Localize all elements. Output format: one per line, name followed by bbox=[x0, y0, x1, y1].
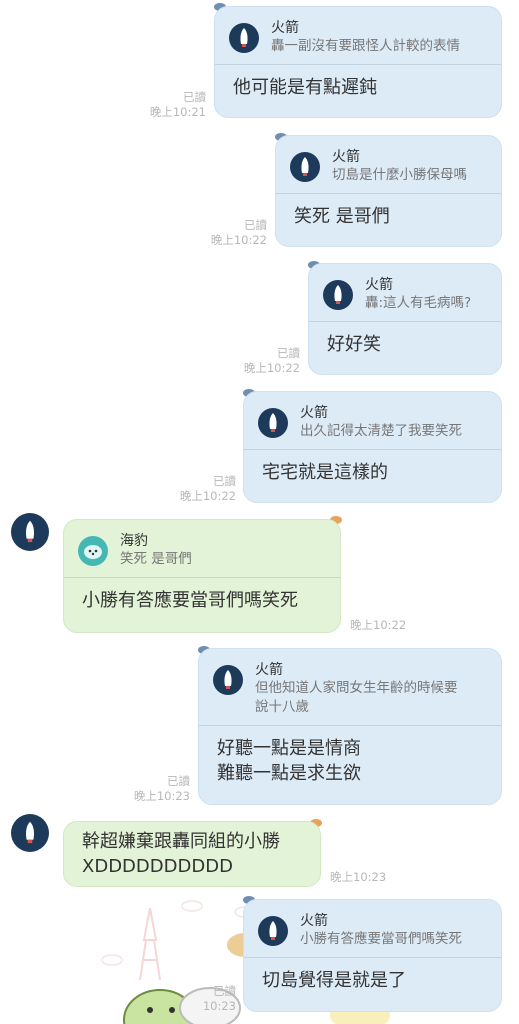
quote-sender-name: 火箭 bbox=[255, 662, 283, 678]
reply-quote[interactable]: 海豹 笑死 是哥們 bbox=[64, 520, 340, 578]
quote-text: 轟:這人有毛病嗎? bbox=[365, 295, 472, 311]
timestamp: 晚上10:22 bbox=[350, 618, 407, 632]
message-text: 切島覺得是就是了 bbox=[262, 970, 406, 991]
rocket-icon bbox=[213, 665, 243, 695]
message-bubble[interactable]: 幹超嫌棄跟轟同組的小勝 XDDDDDDDDDD bbox=[63, 821, 321, 887]
rocket-icon bbox=[26, 821, 34, 844]
reply-quote[interactable]: 火箭 但他知道人家問女生年齡的時候要 說十八歲 bbox=[199, 649, 501, 726]
quote-text: 轟一副沒有要跟怪人計較的表情 bbox=[271, 38, 460, 54]
reply-quote[interactable]: 火箭 切島是什麼小勝保母嗎 bbox=[276, 136, 501, 194]
quote-text: 笑死 是哥們 bbox=[120, 551, 192, 567]
quote-sender-name: 火箭 bbox=[271, 20, 299, 36]
message-bubble[interactable]: 火箭 切島是什麼小勝保母嗎 笑死 是哥們 bbox=[275, 135, 502, 247]
timestamp: 晚上10:22 bbox=[179, 489, 236, 503]
timestamp: 晚上10:23 bbox=[330, 870, 387, 884]
quote-text: 小勝有答應要當哥們嗎笑死 bbox=[300, 931, 462, 947]
message-meta: 晚上10:22 bbox=[350, 618, 430, 633]
timestamp: 晚上10:23 bbox=[133, 789, 190, 803]
read-receipt: 已讀 bbox=[183, 90, 206, 104]
sender-avatar[interactable] bbox=[11, 814, 49, 852]
read-receipt: 已讀 bbox=[277, 346, 300, 360]
message-meta: 已讀 晚上10:22 bbox=[200, 218, 267, 248]
message-line-2: XDDDDDDDDDD bbox=[82, 856, 233, 877]
reply-quote[interactable]: 火箭 出久記得太清楚了我要笑死 bbox=[244, 392, 501, 450]
message-meta: 已讀 10:23 bbox=[180, 984, 236, 1014]
sender-avatar[interactable] bbox=[11, 513, 49, 551]
message-line-1: 好聽一點是是情商 bbox=[217, 738, 361, 759]
message-line-2: 難聽一點是求生欲 bbox=[217, 763, 361, 784]
rocket-icon bbox=[258, 408, 288, 438]
rocket-icon bbox=[290, 152, 320, 182]
read-receipt: 已讀 bbox=[167, 774, 190, 788]
timestamp: 晚上10:22 bbox=[243, 361, 300, 375]
reply-quote[interactable]: 火箭 小勝有答應要當哥們嗎笑死 bbox=[244, 900, 501, 958]
timestamp: 晚上10:22 bbox=[210, 233, 267, 247]
rocket-icon bbox=[229, 23, 259, 53]
message-line-1: 幹超嫌棄跟轟同組的小勝 bbox=[82, 831, 280, 852]
quote-text: 切島是什麼小勝保母嗎 bbox=[332, 167, 467, 183]
timestamp: 晚上10:21 bbox=[149, 105, 206, 119]
quote-sender-name: 火箭 bbox=[365, 277, 393, 293]
message-meta: 已讀 晚上10:22 bbox=[169, 474, 236, 504]
message-bubble[interactable]: 海豹 笑死 是哥們 小勝有答應要當哥們嗎笑死 bbox=[63, 519, 341, 633]
rocket-icon bbox=[258, 916, 288, 946]
message-bubble[interactable]: 火箭 但他知道人家問女生年齡的時候要 說十八歲 好聽一點是是情商 難聽一點是求生… bbox=[198, 648, 502, 805]
message-text: 好好笑 bbox=[327, 334, 381, 355]
message-bubble[interactable]: 火箭 出久記得太清楚了我要笑死 宅宅就是這樣的 bbox=[243, 391, 502, 503]
message-bubble[interactable]: 火箭 轟:這人有毛病嗎? 好好笑 bbox=[308, 263, 502, 375]
reply-quote[interactable]: 火箭 轟一副沒有要跟怪人計較的表情 bbox=[215, 7, 501, 65]
message-text: 幹超嫌棄跟轟同組的小勝 XDDDDDDDDDD bbox=[64, 822, 320, 891]
message-text: 小勝有答應要當哥們嗎笑死 bbox=[82, 590, 298, 611]
message-meta: 晚上10:23 bbox=[330, 870, 410, 885]
message-bubble[interactable]: 火箭 小勝有答應要當哥們嗎笑死 切島覺得是就是了 bbox=[243, 899, 502, 1012]
quote-sender-name: 火箭 bbox=[300, 913, 328, 929]
rocket-icon bbox=[26, 520, 34, 543]
read-receipt: 已讀 bbox=[213, 474, 236, 488]
message-bubble[interactable]: 火箭 轟一副沒有要跟怪人計較的表情 他可能是有點遲鈍 bbox=[214, 6, 502, 118]
quote-text: 出久記得太清楚了我要笑死 bbox=[300, 423, 462, 439]
message-text: 好聽一點是是情商 難聽一點是求生欲 bbox=[199, 726, 501, 798]
message-text: 宅宅就是這樣的 bbox=[262, 462, 388, 483]
reply-quote[interactable]: 火箭 轟:這人有毛病嗎? bbox=[309, 264, 501, 322]
message-meta: 已讀 晚上10:23 bbox=[122, 774, 190, 804]
read-receipt: 已讀 bbox=[213, 984, 236, 998]
read-receipt: 已讀 bbox=[244, 218, 267, 232]
quote-sender-name: 火箭 bbox=[332, 149, 360, 165]
quote-sender-name: 海豹 bbox=[120, 533, 148, 549]
message-meta: 已讀 晚上10:21 bbox=[140, 90, 206, 120]
timestamp: 10:23 bbox=[202, 999, 236, 1013]
message-meta: 已讀 晚上10:22 bbox=[234, 346, 300, 376]
rocket-icon bbox=[323, 280, 353, 310]
message-text: 笑死 是哥們 bbox=[294, 206, 390, 227]
seal-icon bbox=[78, 536, 108, 566]
quote-text-line-1: 但他知道人家問女生年齡的時候要 bbox=[255, 680, 458, 696]
quote-text-line-2: 說十八歲 bbox=[255, 699, 309, 715]
quote-sender-name: 火箭 bbox=[300, 405, 328, 421]
message-text: 他可能是有點遲鈍 bbox=[233, 77, 377, 98]
